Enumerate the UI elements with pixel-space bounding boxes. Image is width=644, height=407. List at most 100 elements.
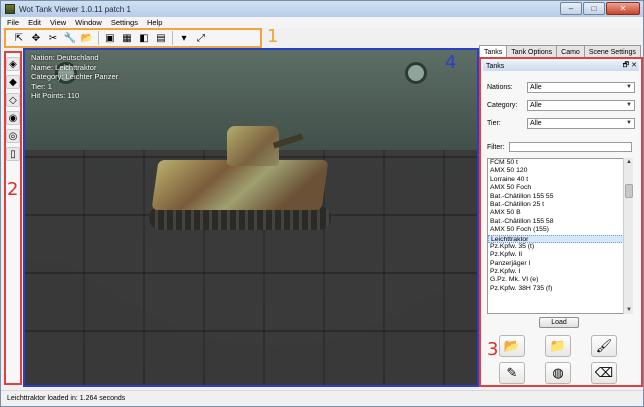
menu-settings[interactable]: Settings [111,18,138,27]
info-name: Name: Leichttraktor [31,62,97,72]
3d-viewport[interactable]: Nation: Deutschland Name: Leichttraktor … [23,48,479,387]
chevron-down-icon: ▼ [626,120,632,126]
info-hitpoints: Hit Points: 110 [31,91,80,100]
select-tool-icon[interactable]: ⇱ [12,31,26,45]
close-button[interactable]: ✕ [606,2,640,15]
main-toolbar: ⇱ ✥ ✂ 🔧 📂 ▣ ▦ ◧ ▤ ▾ ⤢ [4,28,262,48]
panel-header-title: Tanks [486,62,505,70]
tank-list-item[interactable]: Panzerjäger I [488,260,632,268]
menu-window[interactable]: Window [75,18,102,27]
scrollbar-thumb[interactable] [625,184,633,198]
tank-front-icon[interactable]: ◈ [6,57,20,71]
tank-list-item[interactable]: AMX 50 B [488,209,632,217]
checker-ball-icon[interactable]: ◍ [545,362,571,384]
tank-list-item[interactable]: G.Pz. Mk. VI (e) [488,276,632,284]
tools-icon[interactable]: ✂ [46,31,60,45]
tier-row: Tier: Alle ▼ [487,117,637,129]
category-row: Category: Alle ▼ [487,99,637,111]
info-nation: Nation: Deutschland [31,53,99,62]
add-folder-icon[interactable]: 📁 [545,335,571,357]
tank-info-overlay: Nation: Deutschland Name: Leichttraktor … [31,53,118,101]
title-bar: Wot Tank Viewer 1.0.11 patch 1 – □ ✕ [1,1,643,17]
tank-list-item[interactable]: Pz.Kpfw. I [488,268,632,276]
tank-list-item[interactable]: AMX 50 Foch [488,184,632,192]
fullscreen-icon[interactable]: ⤢ [194,31,208,45]
open-folder-icon[interactable]: 📂 [80,31,94,45]
callout-2: 2 [7,179,19,200]
tank-side-icon[interactable]: ◆ [6,75,20,89]
app-icon [5,4,15,14]
load-button[interactable]: Load [539,317,579,328]
nations-value: Alle [530,83,542,91]
tank-list-item[interactable]: Bat.-Châtillon 155 58 [488,218,632,226]
maximize-button[interactable]: □ [583,2,605,15]
panel-header-icons[interactable]: 🗗 ✕ [623,61,637,72]
notes-icon[interactable]: ▤ [154,31,168,45]
tank-list-item[interactable]: Bat.-Châtillon 25 t [488,201,632,209]
menu-file[interactable]: File [7,18,19,27]
filter-input[interactable] [508,142,632,152]
status-text: Leichttraktor loaded in: 1.264 seconds [7,395,126,402]
dropdown-icon[interactable]: ▾ [177,31,191,45]
menu-bar: File Edit View Window Settings Help [1,17,643,28]
tank-color-icon[interactable]: ◉ [6,111,20,125]
tanks-panel: Tanks 🗗 ✕ Nations: Alle ▼ Category: Alle… [479,57,643,387]
tank-list-item[interactable]: FCM 50 t [488,159,632,167]
chevron-down-icon: ▼ [626,84,632,90]
tier-value: Alle [530,119,542,127]
tank-outline-icon[interactable]: ◎ [6,129,20,143]
app-window: Wot Tank Viewer 1.0.11 patch 1 – □ ✕ Fil… [0,0,644,407]
tier-select[interactable]: Alle ▼ [527,117,635,129]
tank-list-item[interactable]: AMX 50 120 [488,167,632,175]
info-category: Category: Leichter Panzer [31,72,119,81]
brush-tool-icon[interactable]: ✎ [499,362,525,384]
view-cube-icon[interactable]: ▣ [103,31,117,45]
chevron-down-icon: ▼ [626,102,632,108]
tank-list-item[interactable]: Lorraine 40 t [488,176,632,184]
toolbar-separator [172,31,173,45]
eraser-icon[interactable]: ⌫ [591,362,617,384]
tank-list-scrollbar[interactable]: ▲ ▼ [623,158,633,314]
tank-list-item[interactable]: Bat.-Châtillon 155 55 [488,193,632,201]
hangar-window [405,62,427,84]
page-icon[interactable]: ▯ [6,147,20,161]
wrench-icon[interactable]: 🔧 [63,31,77,45]
textured-cube-icon[interactable]: ◧ [137,31,151,45]
tank-list[interactable]: FCM 50 t AMX 50 120 Lorraine 40 t AMX 50 Fo… [487,158,633,314]
tank-list-item[interactable]: Leichttraktor [488,234,632,243]
category-label: Category: [487,101,518,109]
wireframe-cube-icon[interactable]: ▦ [120,31,134,45]
action-icon-grid: 📂 📁 🖌 ✎ ◍ ⌫ [499,335,635,385]
filter-label: Filter: [487,143,505,151]
nations-select[interactable]: Alle ▼ [527,81,635,93]
filter-row: Filter: [487,141,637,153]
menu-edit[interactable]: Edit [28,18,41,27]
minimize-button[interactable]: – [560,2,582,15]
paint-icon[interactable]: 🖌 [591,335,617,357]
open-folder-big-icon[interactable]: 📂 [499,335,525,357]
tank-list-item[interactable]: Pz.Kpfw. 38H 735 (f) [488,285,632,293]
tank-list-item[interactable]: AMX 50 Foch (155) [488,226,632,234]
tank-list-items: FCM 50 t AMX 50 120 Lorraine 40 t AMX 50 Fo… [488,159,632,293]
status-bar: Leichttraktor loaded in: 1.264 seconds [1,390,643,406]
callout-3: 3 [487,339,499,360]
move-tool-icon[interactable]: ✥ [29,31,43,45]
tank-list-item[interactable]: Pz.Kpfw. II [488,251,632,259]
tank-armor-icon[interactable]: ◇ [6,93,20,107]
tank-hull [151,160,329,210]
category-value: Alle [530,101,542,109]
category-select[interactable]: Alle ▼ [527,99,635,111]
scroll-up-icon[interactable]: ▲ [624,158,634,166]
menu-view[interactable]: View [50,18,66,27]
menu-help[interactable]: Help [147,18,162,27]
window-controls: – □ ✕ [560,2,640,15]
left-toolbar: ◈ ◆ ◇ ◉ ◎ ▯ [4,51,22,385]
nations-row: Nations: Alle ▼ [487,81,637,93]
callout-1: 1 [267,26,279,47]
tank-list-item[interactable]: Pz.Kpfw. 35 (t) [488,243,632,251]
nations-label: Nations: [487,83,513,91]
scroll-down-icon[interactable]: ▼ [624,306,634,314]
tier-label: Tier: [487,119,501,127]
info-tier: Tier: 1 [31,81,52,91]
tank-model[interactable] [145,112,335,242]
